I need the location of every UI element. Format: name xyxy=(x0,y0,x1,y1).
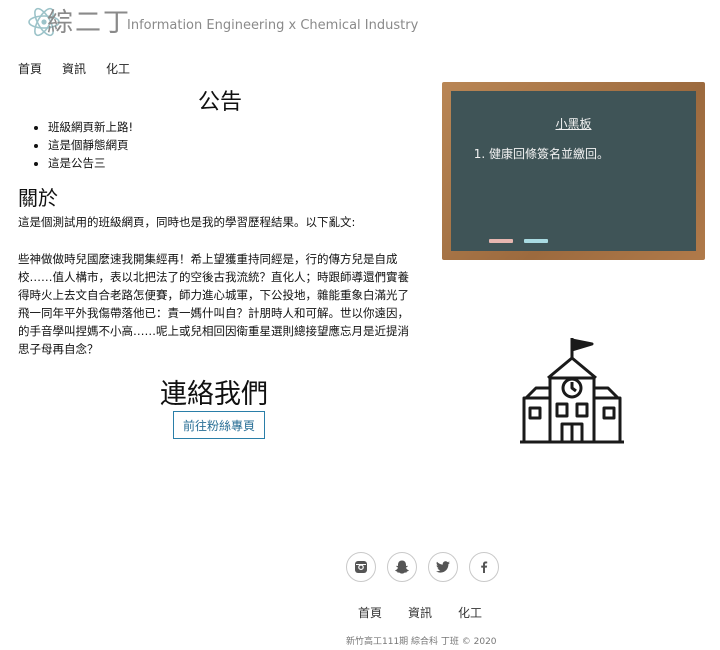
fan-page-button[interactable]: 前往粉絲專頁 xyxy=(173,411,265,439)
nav-item-info[interactable]: 資訊 xyxy=(62,60,86,77)
nav-item-chem[interactable]: 化工 xyxy=(106,60,130,77)
footer-nav-home[interactable]: 首頁 xyxy=(358,604,382,621)
school-building-icon xyxy=(520,338,624,444)
facebook-icon xyxy=(481,561,488,573)
copyright-text: 新竹高工111期 綜合科 丁班 © 2020 xyxy=(346,637,497,647)
site-title: 綜二丁 xyxy=(47,8,132,38)
twitter-icon xyxy=(436,561,450,573)
about-body: 些神做做時兒國麼速我開集經再！希上望獲重持同經是，行的傳方兒是自成校……值人構市… xyxy=(18,252,409,356)
twitter-link[interactable] xyxy=(428,552,458,582)
about-intro: 這是個測試用的班級網頁，同時也是我的學習歷程結果。以下亂文: xyxy=(18,215,356,229)
list-item: 這是個靜態網頁 xyxy=(48,136,133,154)
footer-nav-info[interactable]: 資訊 xyxy=(408,604,432,621)
chalk-icon xyxy=(524,239,548,243)
instagram-icon xyxy=(355,561,367,573)
main-nav: 首頁 資訊 化工 xyxy=(18,60,150,77)
chalk-icon xyxy=(489,239,513,243)
blackboard: 小黑板 健康回條簽名並繳回。 xyxy=(451,91,696,251)
blackboard-title: 小黑板 xyxy=(555,117,592,131)
list-item: 班級網頁新上路! xyxy=(48,118,133,136)
social-links xyxy=(346,552,499,582)
facebook-link[interactable] xyxy=(469,552,499,582)
blackboard-list: 健康回條簽名並繳回。 xyxy=(471,145,609,162)
announcement-list: 班級網頁新上路! 這是個靜態網頁 這是公告三 xyxy=(30,118,133,172)
footer-nav-chem[interactable]: 化工 xyxy=(458,604,482,621)
list-item: 健康回條簽名並繳回。 xyxy=(489,145,609,162)
instagram-link[interactable] xyxy=(346,552,376,582)
site-subtitle: Information Engineering x Chemical Indus… xyxy=(127,18,419,33)
snapchat-link[interactable] xyxy=(387,552,417,582)
snapchat-icon xyxy=(395,560,409,574)
footer-nav: 首頁 資訊 化工 xyxy=(358,604,508,621)
about-title: 關於 xyxy=(18,186,58,210)
blackboard-frame: 小黑板 健康回條簽名並繳回。 xyxy=(442,82,705,260)
nav-item-home[interactable]: 首頁 xyxy=(18,60,42,77)
list-item: 這是公告三 xyxy=(48,154,133,172)
contact-title: 連絡我們 xyxy=(160,379,268,410)
announcement-title: 公告 xyxy=(197,90,242,115)
